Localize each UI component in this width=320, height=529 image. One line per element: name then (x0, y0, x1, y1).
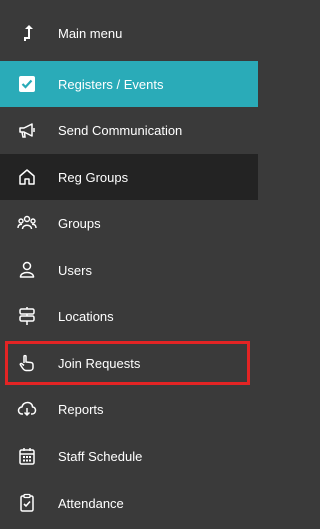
sidebar-item-main-menu[interactable]: Main menu (0, 10, 258, 56)
sidebar-item-label: Staff Schedule (58, 448, 143, 464)
sidebar-item-label: Join Requests (58, 355, 141, 371)
signpost-icon (16, 305, 38, 327)
sidebar-item-label: Registers / Events (58, 76, 164, 92)
sidebar-item-label: Groups (58, 215, 101, 231)
sidebar-item-join-requests[interactable]: Join Requests (0, 340, 258, 386)
checkbox-icon (16, 73, 38, 95)
megaphone-icon (16, 119, 38, 141)
sidebar-item-label: Locations (58, 308, 114, 324)
sidebar-item-reg-groups[interactable]: Reg Groups (0, 154, 258, 200)
arrow-up-icon (16, 22, 38, 44)
hand-pointer-icon (16, 352, 38, 374)
sidebar-item-label: Reports (58, 401, 104, 417)
clipboard-check-icon (16, 492, 38, 514)
sidebar-item-registers-events[interactable]: Registers / Events (0, 61, 258, 107)
sidebar-item-label: Send Communication (58, 122, 183, 138)
sidebar-nav: Main menu Registers / Events Send Commun… (0, 0, 258, 529)
calendar-icon (16, 445, 38, 467)
cloud-download-icon (16, 398, 38, 420)
user-icon (16, 259, 38, 281)
sidebar-item-locations[interactable]: Locations (0, 293, 258, 339)
sidebar-item-label: Attendance (58, 495, 124, 511)
sidebar-item-attendance[interactable]: Attendance (0, 480, 258, 526)
home-icon (16, 166, 38, 188)
sidebar-item-users[interactable]: Users (0, 247, 258, 293)
people-icon (16, 212, 38, 234)
sidebar-item-label: Reg Groups (58, 169, 129, 185)
sidebar-item-reports[interactable]: Reports (0, 386, 258, 432)
sidebar-item-label: Main menu (58, 25, 123, 41)
sidebar-item-send-communication[interactable]: Send Communication (0, 107, 258, 153)
sidebar-item-staff-schedule[interactable]: Staff Schedule (0, 433, 258, 479)
sidebar-item-groups[interactable]: Groups (0, 200, 258, 246)
sidebar-item-label: Users (58, 262, 92, 278)
